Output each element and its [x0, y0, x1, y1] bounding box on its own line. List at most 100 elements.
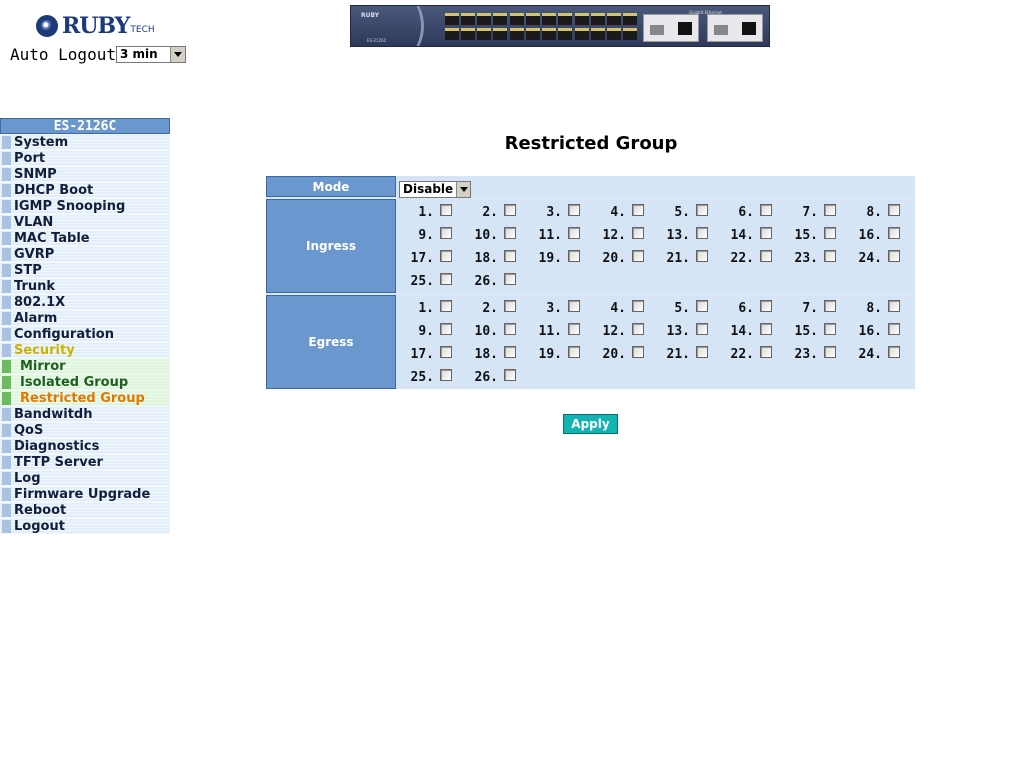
chevron-down-icon[interactable]	[456, 182, 470, 197]
sidebar-subitem-isolated-group[interactable]: Isolated Group	[0, 374, 170, 390]
sidebar-item-trunk[interactable]: Trunk	[0, 278, 170, 294]
egress-port-checkbox[interactable]	[440, 299, 452, 312]
ingress-port-checkbox[interactable]	[760, 249, 772, 262]
sidebar-item-dhcp-boot[interactable]: DHCP Boot	[0, 182, 170, 198]
port-number-label: 16.	[858, 228, 882, 243]
ingress-port-checkbox[interactable]	[824, 249, 836, 262]
chevron-down-icon[interactable]	[169, 47, 185, 62]
ingress-port-checkbox[interactable]	[440, 203, 452, 216]
egress-port-checkbox[interactable]	[888, 322, 900, 335]
port-number-label: 23.	[794, 347, 818, 362]
egress-port-checkbox[interactable]	[440, 368, 452, 381]
egress-port-checkbox[interactable]	[824, 299, 836, 312]
ingress-port-checkbox[interactable]	[504, 249, 516, 262]
bullet-icon	[2, 519, 11, 533]
ingress-port-checkbox[interactable]	[888, 226, 900, 239]
ingress-port-checkbox[interactable]	[632, 203, 644, 216]
mode-value: Disable	[403, 182, 454, 196]
sidebar-item-label: Security	[14, 342, 75, 358]
ingress-port-checkbox[interactable]	[440, 249, 452, 262]
egress-port-checkbox[interactable]	[696, 299, 708, 312]
egress-port-checkbox[interactable]	[632, 345, 644, 358]
ingress-port-checkbox[interactable]	[824, 203, 836, 216]
ingress-port-checkbox[interactable]	[632, 249, 644, 262]
sidebar-item-diagnostics[interactable]: Diagnostics	[0, 438, 170, 454]
sidebar-item-firmware-upgrade[interactable]: Firmware Upgrade	[0, 486, 170, 502]
sidebar-item-8021x[interactable]: 802.1X	[0, 294, 170, 310]
ingress-port-checkbox[interactable]	[760, 226, 772, 239]
sidebar-item-mac-table[interactable]: MAC Table	[0, 230, 170, 246]
ingress-port-checkbox[interactable]	[888, 203, 900, 216]
egress-port-checkbox[interactable]	[568, 322, 580, 335]
egress-port-checkbox[interactable]	[632, 299, 644, 312]
egress-port-checkbox[interactable]	[504, 368, 516, 381]
egress-port-checkbox[interactable]	[440, 322, 452, 335]
egress-port-checkbox[interactable]	[760, 299, 772, 312]
sidebar-item-gvrp[interactable]: GVRP	[0, 246, 170, 262]
sidebar-item-bandwidth[interactable]: Bandwitdh	[0, 406, 170, 422]
egress-port-checkbox[interactable]	[696, 345, 708, 358]
sidebar-item-label: VLAN	[14, 214, 54, 230]
egress-port-checkbox[interactable]	[824, 345, 836, 358]
ingress-port-checkbox[interactable]	[504, 203, 516, 216]
egress-port-checkbox[interactable]	[440, 345, 452, 358]
egress-port-checkbox[interactable]	[760, 322, 772, 335]
auto-logout-select[interactable]: 3 min	[115, 46, 186, 63]
ruby-logo-icon	[36, 15, 58, 37]
sidebar-item-logout[interactable]: Logout	[0, 518, 170, 534]
sidebar-subitem-restricted-group[interactable]: Restricted Group	[0, 390, 170, 406]
apply-button[interactable]: Apply	[563, 414, 618, 434]
sidebar-item-label: Reboot	[14, 502, 67, 518]
egress-port-checkbox[interactable]	[888, 299, 900, 312]
ingress-port-checkbox[interactable]	[760, 203, 772, 216]
ingress-port-14: 14.	[716, 226, 780, 243]
sidebar-item-snmp[interactable]: SNMP	[0, 166, 170, 182]
egress-port-checkbox[interactable]	[568, 345, 580, 358]
sidebar-item-qos[interactable]: QoS	[0, 422, 170, 438]
ingress-port-grid: 1. 2. 3. 4. 5. 6. 7. 8. 9. 10. 11. 12. 13. 14. 15. 16. 1…	[396, 199, 915, 293]
ingress-port-checkbox[interactable]	[696, 226, 708, 239]
bullet-icon	[2, 295, 11, 309]
egress-port-checkbox[interactable]	[696, 322, 708, 335]
egress-port-checkbox[interactable]	[504, 345, 516, 358]
ingress-port-checkbox[interactable]	[696, 249, 708, 262]
sidebar-item-label: STP	[14, 262, 42, 278]
egress-port-checkbox[interactable]	[568, 299, 580, 312]
sidebar-item-stp[interactable]: STP	[0, 262, 170, 278]
egress-port-checkbox[interactable]	[504, 322, 516, 335]
sidebar-item-reboot[interactable]: Reboot	[0, 502, 170, 518]
ingress-port-checkbox[interactable]	[504, 226, 516, 239]
egress-port-checkbox[interactable]	[632, 322, 644, 335]
ingress-port-checkbox[interactable]	[824, 226, 836, 239]
sidebar-item-label: Configuration	[14, 326, 114, 342]
ingress-port-checkbox[interactable]	[696, 203, 708, 216]
ingress-port-checkbox[interactable]	[440, 272, 452, 285]
egress-port-21: 21.	[652, 345, 716, 362]
ingress-port-checkbox[interactable]	[632, 226, 644, 239]
ingress-port-checkbox[interactable]	[504, 272, 516, 285]
ingress-port-checkbox[interactable]	[888, 249, 900, 262]
egress-port-11: 11.	[524, 322, 588, 339]
sidebar-item-configuration[interactable]: Configuration	[0, 326, 170, 342]
sidebar-item-label: Mirror	[20, 358, 66, 374]
sidebar-item-log[interactable]: Log	[0, 470, 170, 486]
egress-port-checkbox[interactable]	[888, 345, 900, 358]
sidebar-item-alarm[interactable]: Alarm	[0, 310, 170, 326]
sidebar-subitem-mirror[interactable]: Mirror	[0, 358, 170, 374]
sidebar-item-security[interactable]: Security	[0, 342, 170, 358]
egress-port-checkbox[interactable]	[760, 345, 772, 358]
egress-port-2: 2.	[460, 299, 524, 316]
sidebar-item-label: Logout	[14, 518, 65, 534]
ingress-port-checkbox[interactable]	[440, 226, 452, 239]
sidebar-item-igmp-snooping[interactable]: IGMP Snooping	[0, 198, 170, 214]
ingress-port-checkbox[interactable]	[568, 249, 580, 262]
ingress-port-checkbox[interactable]	[568, 226, 580, 239]
sidebar-item-tftp-server[interactable]: TFTP Server	[0, 454, 170, 470]
egress-port-checkbox[interactable]	[824, 322, 836, 335]
mode-select[interactable]: Disable	[399, 181, 471, 198]
egress-port-checkbox[interactable]	[504, 299, 516, 312]
sidebar-item-vlan[interactable]: VLAN	[0, 214, 170, 230]
ingress-port-checkbox[interactable]	[568, 203, 580, 216]
port-group-1	[445, 13, 507, 40]
sidebar-item-label: TFTP Server	[14, 454, 103, 470]
